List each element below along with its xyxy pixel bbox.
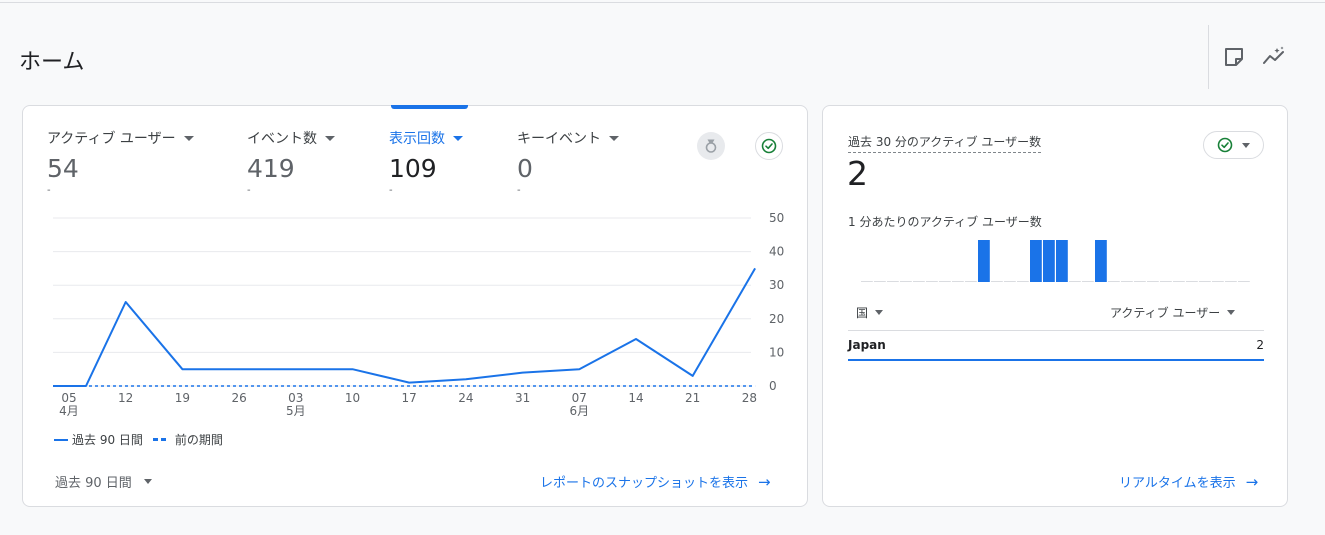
link-label: リアルタイムを表示: [1119, 476, 1236, 491]
column-label: 国: [856, 306, 869, 320]
realtime-title[interactable]: 過去 30 分のアクティブ ユーザー数: [848, 133, 1042, 153]
legend-label: 過去 90 日間: [72, 433, 143, 447]
caret-down-icon: [1227, 310, 1236, 315]
minute-bar: [1056, 240, 1068, 282]
caret-down-icon: [875, 310, 884, 315]
legend-previous: 前の期間: [152, 431, 223, 448]
overview-card: アクティブ ユーザー 54 - イベント数 419 - 表示回数 109 - キ…: [22, 105, 808, 507]
page-title: ホーム: [19, 50, 85, 75]
caret-down-icon: [143, 479, 152, 484]
y-tick-label: 50: [769, 211, 784, 225]
date-range-value: 過去 90 日間: [55, 476, 132, 491]
chart-legend: 過去 90 日間 前の期間: [54, 431, 233, 448]
arrow-right-icon: →: [1245, 472, 1259, 491]
users-cell: 2: [1256, 338, 1264, 352]
view-realtime-link[interactable]: リアルタイムを表示 →: [1119, 472, 1259, 492]
y-tick-label: 20: [769, 312, 784, 326]
realtime-value: 2: [847, 154, 868, 193]
x-month-label: 4月: [59, 404, 79, 418]
realtime-subtitle: 1 分あたりのアクティブ ユーザー数: [848, 215, 1042, 229]
check-circle-icon: [1217, 137, 1233, 153]
current-period-line: [53, 267, 756, 387]
x-tick-label: 12: [118, 391, 133, 405]
x-tick-label: 10: [345, 391, 360, 405]
insights-icon[interactable]: [1262, 45, 1286, 69]
minute-bar: [978, 240, 990, 282]
y-tick-label: 0: [769, 379, 777, 393]
legend-solid-swatch: [54, 438, 68, 441]
x-tick-label: 19: [175, 391, 190, 405]
column-label: アクティブ ユーザー: [1110, 306, 1221, 320]
x-month-label: 6月: [569, 404, 589, 418]
y-tick-label: 40: [769, 245, 784, 259]
realtime-status-button[interactable]: [1203, 131, 1264, 159]
x-tick-label: 28: [742, 391, 757, 405]
x-tick-label: 26: [231, 391, 246, 405]
x-month-label: 5月: [286, 404, 306, 418]
minute-bar: [1043, 240, 1055, 282]
table-row: Japan 2: [848, 338, 1264, 352]
header-divider: [1208, 25, 1209, 89]
x-tick-label: 31: [515, 391, 530, 405]
note-icon[interactable]: [1222, 45, 1246, 69]
y-tick-label: 10: [769, 345, 784, 359]
top-border: [0, 2, 1325, 3]
y-tick-label: 30: [769, 278, 784, 292]
table-divider: [848, 330, 1264, 331]
arrow-right-icon: →: [758, 472, 771, 491]
minute-bar: [1095, 240, 1107, 282]
x-tick-label: 21: [685, 391, 700, 405]
x-tick-label: 03: [288, 391, 303, 405]
date-range-select[interactable]: 過去 90 日間: [55, 472, 152, 491]
view-snapshot-link[interactable]: レポートのスナップショットを表示 →: [540, 472, 771, 492]
link-label: レポートのスナップショットを表示: [540, 476, 749, 491]
x-tick-label: 07: [572, 391, 587, 405]
minute-bar: [1030, 240, 1042, 282]
country-cell: Japan: [848, 338, 886, 352]
users-column-header[interactable]: アクティブ ユーザー: [1110, 304, 1236, 321]
legend-current: 過去 90 日間: [54, 431, 143, 448]
legend-label: 前の期間: [174, 433, 223, 447]
x-tick-label: 05: [61, 391, 76, 405]
legend-dashed-swatch: [152, 438, 169, 441]
x-tick-label: 14: [628, 391, 643, 405]
x-tick-label: 24: [458, 391, 473, 405]
country-column-header[interactable]: 国: [856, 304, 884, 321]
per-minute-bar-chart: [861, 240, 1250, 282]
line-chart: 0 10 20 30 40 50 054月 12 19 26 035月 10 17 24 31 076月 14 2…: [53, 211, 784, 418]
row-share-bar: [848, 359, 1264, 361]
realtime-card: 過去 30 分のアクティブ ユーザー数 2 1 分あたりのアクティブ ユーザー数…: [822, 105, 1288, 507]
caret-down-icon: [1242, 142, 1250, 148]
x-tick-label: 17: [402, 391, 417, 405]
